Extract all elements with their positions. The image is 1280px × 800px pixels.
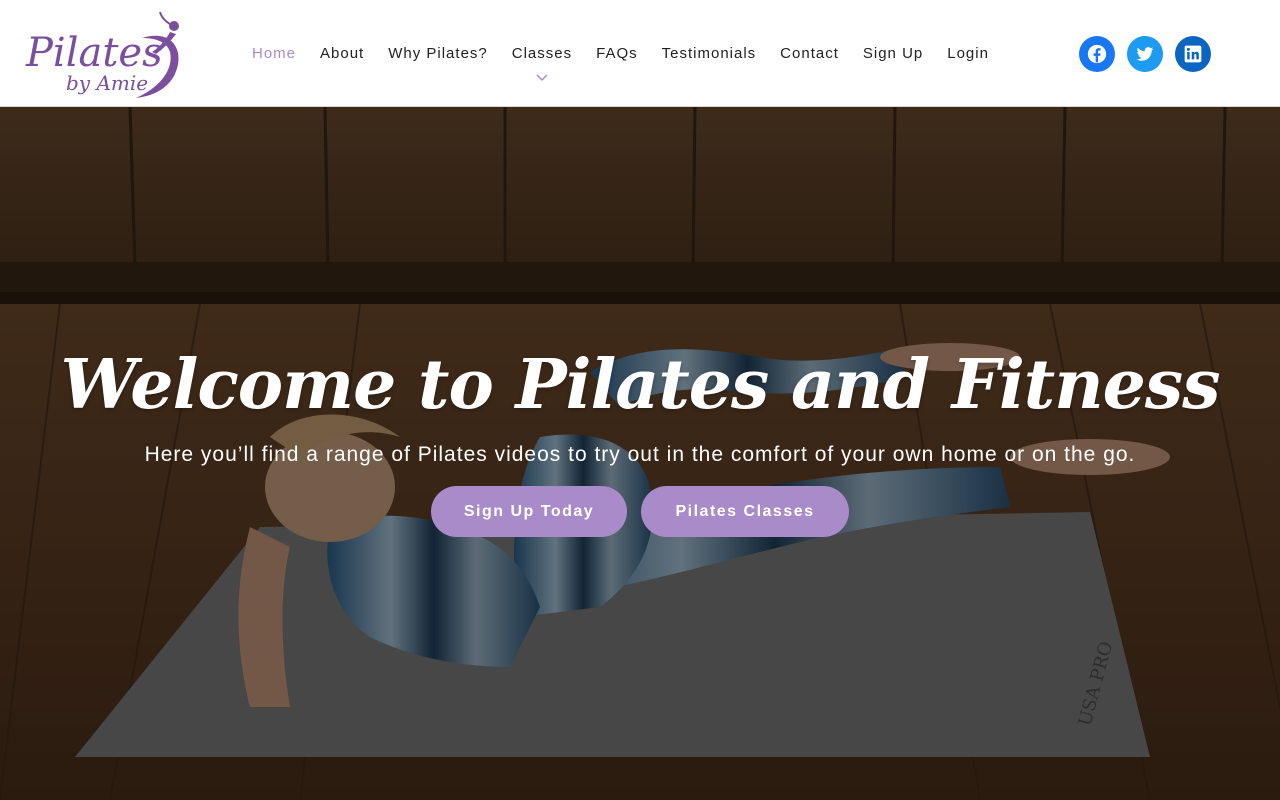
nav-why-pilates[interactable]: Why Pilates? — [376, 0, 500, 107]
main-nav: Home About Why Pilates? Classes FAQs Tes… — [240, 0, 1001, 107]
nav-contact[interactable]: Contact — [768, 0, 851, 107]
twitter-icon — [1136, 47, 1154, 61]
nav-about-label: About — [320, 45, 365, 62]
nav-faqs-label: FAQs — [596, 45, 638, 62]
nav-home-label: Home — [252, 45, 297, 62]
social-links — [1079, 36, 1223, 72]
facebook-link[interactable] — [1079, 36, 1115, 72]
logo-wordmark: Pilates — [25, 30, 163, 76]
hero-section: USA PRO Welcome to Pilates and Fitness H… — [0, 107, 1280, 800]
sign-up-today-button[interactable]: Sign Up Today — [431, 486, 627, 537]
nav-testimonials-label: Testimonials — [661, 45, 757, 62]
nav-faqs[interactable]: FAQs — [584, 0, 650, 107]
nav-classes-label: Classes — [511, 45, 573, 62]
chevron-down-icon[interactable] — [536, 74, 548, 82]
linkedin-icon — [1184, 45, 1202, 63]
facebook-icon — [1087, 44, 1107, 64]
nav-testimonials[interactable]: Testimonials — [650, 0, 769, 107]
nav-about[interactable]: About — [308, 0, 376, 107]
site-logo[interactable]: Pilates by Amie — [24, 8, 190, 100]
hero-subtitle: Here you’ll find a range of Pilates vide… — [144, 443, 1136, 466]
nav-classes[interactable]: Classes — [500, 0, 584, 107]
site-header: Pilates by Amie Home About Why Pilates? … — [0, 0, 1280, 107]
hero-cta-group: Sign Up Today Pilates Classes — [0, 486, 1280, 537]
nav-sign-up[interactable]: Sign Up — [851, 0, 935, 107]
nav-home[interactable]: Home — [240, 0, 308, 107]
nav-sign-up-label: Sign Up — [862, 45, 924, 62]
pilates-by-amie-logo: Pilates by Amie — [25, 11, 179, 98]
pilates-classes-button[interactable]: Pilates Classes — [641, 486, 849, 537]
nav-login[interactable]: Login — [935, 0, 1001, 107]
nav-contact-label: Contact — [780, 45, 839, 62]
twitter-link[interactable] — [1127, 36, 1163, 72]
nav-why-pilates-label: Why Pilates? — [388, 45, 488, 62]
hero-title: Welcome to Pilates and Fitness — [60, 345, 1220, 425]
linkedin-link[interactable] — [1175, 36, 1211, 72]
nav-login-label: Login — [947, 45, 989, 62]
logo-subtext: by Amie — [66, 71, 148, 95]
